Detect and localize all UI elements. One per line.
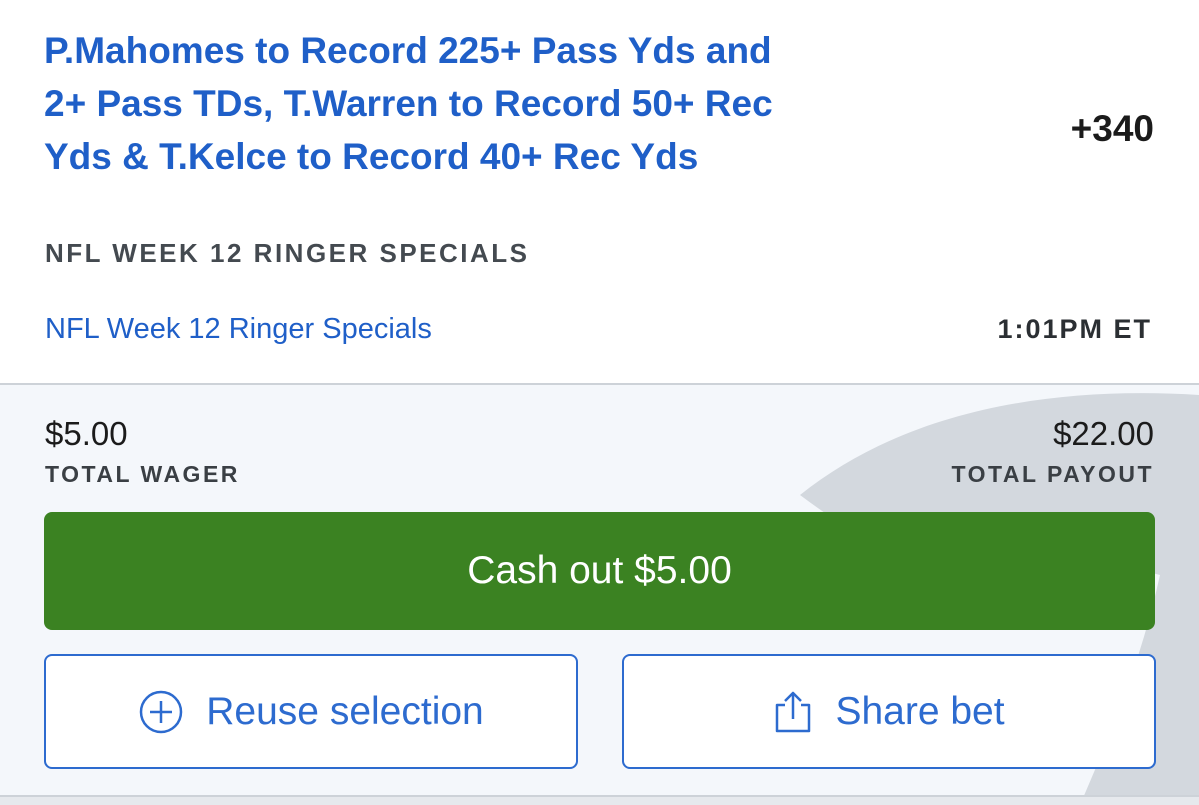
bet-summary-panel: $5.00 TOTAL WAGER $22.00 TOTAL PAYOUT Ca…	[0, 385, 1199, 795]
total-payout-label: TOTAL PAYOUT	[951, 461, 1154, 487]
bet-odds: +340	[1070, 108, 1154, 149]
bet-header: P.Mahomes to Record 225+ Pass Yds and 2+…	[0, 0, 1199, 383]
total-wager-amount: $5.00	[45, 415, 128, 452]
bet-title[interactable]: P.Mahomes to Record 225+ Pass Yds and 2+…	[44, 24, 804, 183]
reuse-selection-label: Reuse selection	[206, 689, 484, 733]
plus-circle-icon	[138, 689, 184, 735]
share-bet-label: Share bet	[835, 689, 1005, 733]
event-time: 1:01PM ET	[997, 314, 1152, 344]
reuse-selection-button[interactable]: Reuse selection	[44, 654, 578, 769]
cash-out-button[interactable]: Cash out $5.00	[44, 512, 1155, 630]
bottom-divider	[0, 795, 1199, 805]
total-wager-label: TOTAL WAGER	[45, 461, 240, 487]
event-link[interactable]: NFL Week 12 Ringer Specials	[45, 313, 432, 346]
share-bet-button[interactable]: Share bet	[622, 654, 1156, 769]
share-icon	[773, 689, 813, 735]
total-payout-amount: $22.00	[1053, 415, 1154, 452]
market-subtitle: NFL WEEK 12 RINGER SPECIALS	[45, 238, 530, 268]
